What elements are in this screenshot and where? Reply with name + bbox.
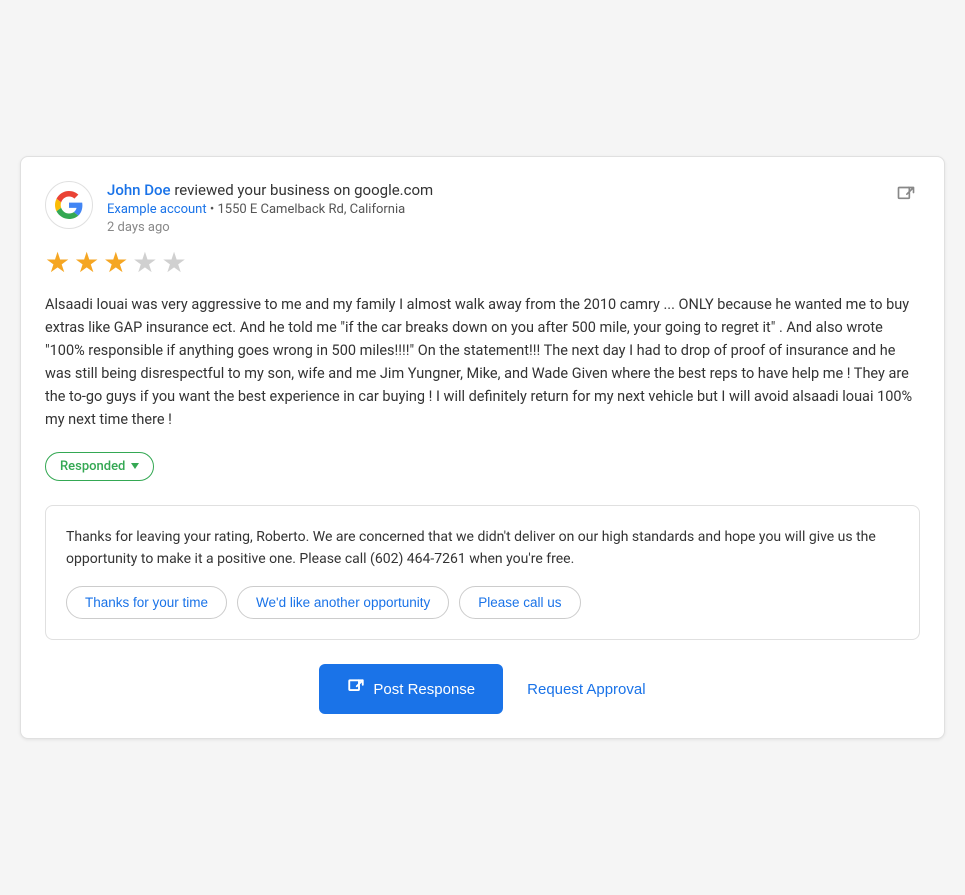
suggestion-buttons: Thanks for your time We'd like another o…: [66, 586, 899, 619]
review-card: John Doe reviewed your business on googl…: [20, 156, 945, 740]
chevron-down-icon: [131, 463, 139, 469]
responded-badge[interactable]: Responded: [45, 452, 154, 481]
suggestion-opportunity[interactable]: We'd like another opportunity: [237, 586, 449, 619]
review-date: 2 days ago: [107, 220, 433, 235]
star-2: ★: [74, 249, 99, 277]
post-response-button[interactable]: Post Response: [319, 664, 503, 714]
post-response-label: Post Response: [373, 681, 475, 698]
review-subtitle: reviewed your business on google.com: [174, 181, 433, 199]
response-box: Thanks for leaving your rating, Roberto.…: [45, 505, 920, 641]
account-line: Example account • 1550 E Camelback Rd, C…: [107, 202, 433, 217]
star-5: ★: [161, 249, 186, 277]
star-3: ★: [103, 249, 128, 277]
star-rating: ★ ★ ★ ★ ★: [45, 249, 920, 277]
response-text: Thanks for leaving your rating, Roberto.…: [66, 526, 899, 571]
header-row: John Doe reviewed your business on googl…: [45, 181, 920, 235]
google-logo: [45, 181, 93, 229]
star-1: ★: [45, 249, 70, 277]
responded-label: Responded: [60, 459, 125, 474]
action-row: Post Response Request Approval: [45, 664, 920, 714]
review-title: John Doe reviewed your business on googl…: [107, 181, 433, 199]
reviewer-name: John Doe: [107, 181, 171, 199]
account-address: 1550 E Camelback Rd, California: [217, 202, 405, 217]
review-text: Alsaadi louai was very aggressive to me …: [45, 293, 920, 432]
header-left: John Doe reviewed your business on googl…: [45, 181, 433, 235]
suggestion-thanks[interactable]: Thanks for your time: [66, 586, 227, 619]
post-response-icon: [347, 678, 365, 700]
star-4: ★: [132, 249, 157, 277]
header-text: John Doe reviewed your business on googl…: [107, 181, 433, 235]
request-approval-button[interactable]: Request Approval: [527, 681, 645, 698]
account-name[interactable]: Example account: [107, 202, 207, 217]
suggestion-call[interactable]: Please call us: [459, 586, 580, 619]
external-link-icon[interactable]: [892, 181, 920, 213]
